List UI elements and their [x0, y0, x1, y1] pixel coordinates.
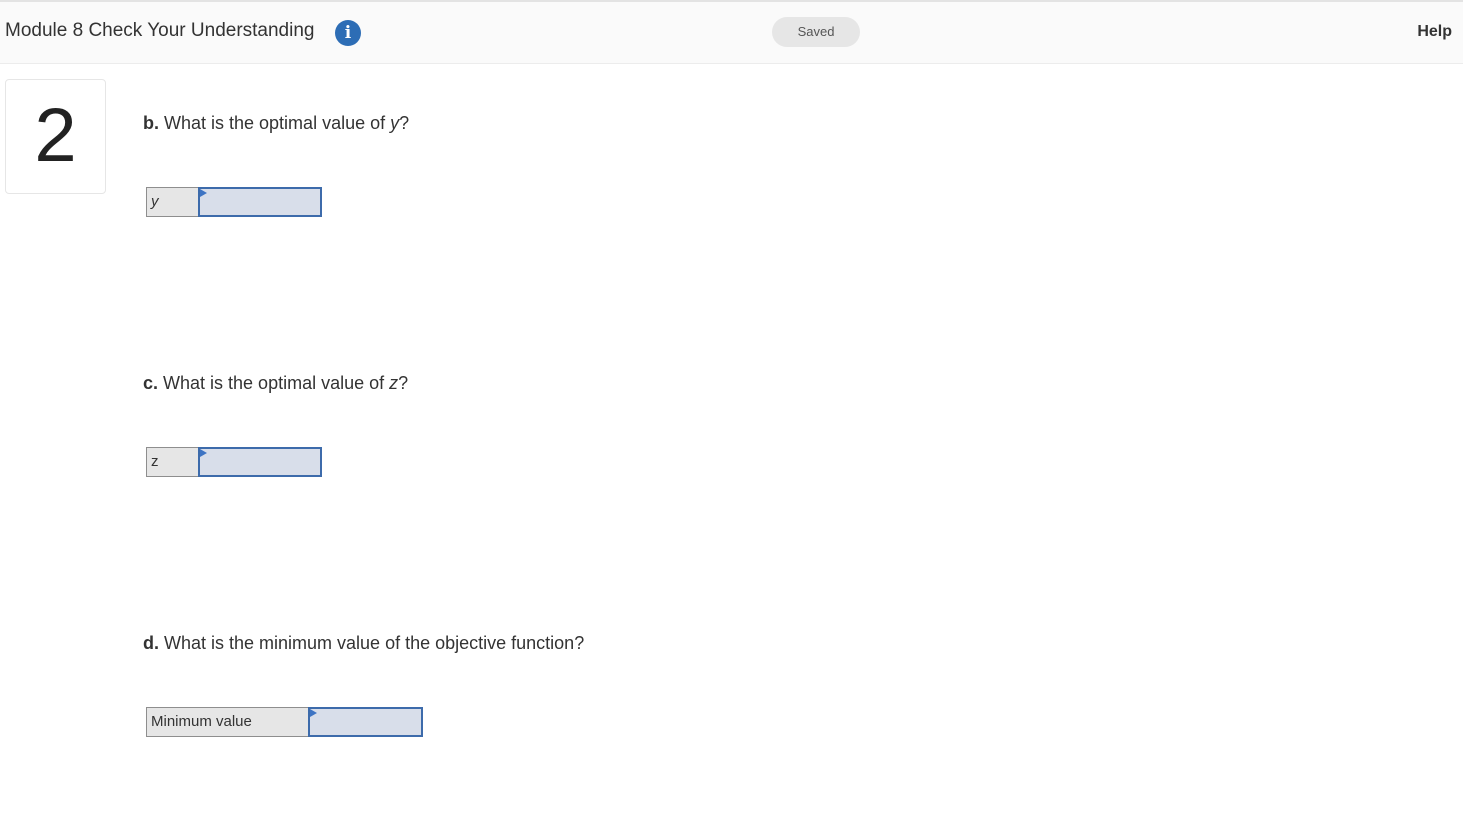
help-link[interactable]: Help [1417, 23, 1452, 41]
question-text: What is the optimal value of [164, 113, 391, 133]
question-part-c: c. What is the optimal value of z? [143, 373, 408, 394]
answer-label-z: z [146, 447, 198, 477]
part-letter: b. [143, 113, 159, 133]
question-text-end: ? [399, 113, 410, 133]
info-icon[interactable]: i [335, 20, 361, 46]
answer-row-minimum: Minimum value [146, 707, 423, 737]
assignment-title: Module 8 Check Your Understanding [5, 20, 315, 41]
part-letter: c. [143, 373, 159, 393]
question-text: What is the minimum value of the objecti… [164, 633, 585, 653]
question-number-box: 2 [5, 79, 106, 194]
saved-status-badge: Saved [772, 17, 860, 47]
question-number: 2 [34, 93, 77, 178]
question-variable: y [390, 113, 400, 133]
answer-row-z: z [146, 447, 322, 477]
answer-input-wrap [198, 447, 322, 477]
question-variable: z [389, 373, 399, 393]
answer-input-minimum[interactable] [308, 707, 423, 737]
question-part-b: b. What is the optimal value of y? [143, 113, 409, 134]
answer-input-z[interactable] [198, 447, 322, 477]
part-letter: d. [143, 633, 159, 653]
answer-input-wrap [308, 707, 423, 737]
answer-row-y: y [146, 187, 322, 217]
question-part-d: d. What is the minimum value of the objec… [143, 633, 584, 654]
answer-label-y: y [146, 187, 198, 217]
answer-label-minimum: Minimum value [146, 707, 308, 737]
answer-input-y[interactable] [198, 187, 322, 217]
question-text: What is the optimal value of [163, 373, 390, 393]
assignment-header: Module 8 Check Your Understanding i Save… [0, 2, 1463, 64]
answer-input-wrap [198, 187, 322, 217]
question-text-end: ? [398, 373, 409, 393]
